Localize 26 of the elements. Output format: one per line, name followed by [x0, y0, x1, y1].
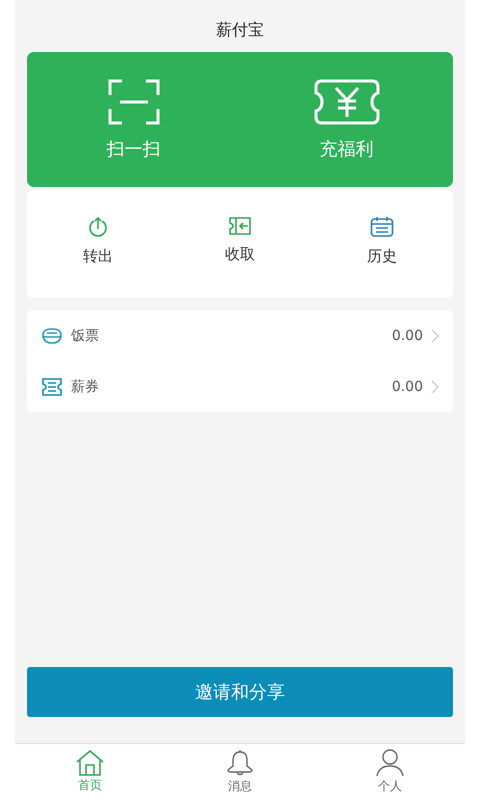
- balance-row[interactable]: 薪券 0.00: [41, 361, 439, 412]
- calendar-icon: [370, 216, 394, 238]
- tab[interactable]: 个人: [350, 749, 430, 795]
- quick-action[interactable]: 收取: [190, 216, 290, 264]
- person-icon: [376, 749, 404, 777]
- balance-value: 0.00: [392, 328, 423, 344]
- upload-icon: [87, 216, 109, 238]
- tab[interactable]: 首页: [50, 750, 130, 794]
- coupon-icon: [41, 376, 63, 396]
- ticket-arrow-icon: [228, 216, 252, 236]
- ticket-icon: [314, 78, 380, 124]
- balance-value: 0.00: [392, 378, 423, 394]
- page-title: 薪付宝: [216, 20, 264, 40]
- tab[interactable]: 消息: [200, 749, 280, 795]
- chevron-icon: [431, 328, 439, 342]
- bell-icon: [226, 749, 254, 777]
- balance-label: 薪券: [71, 378, 100, 396]
- home-icon: [76, 750, 104, 776]
- invite-share-button[interactable]: 邀请和分享: [27, 667, 453, 717]
- scan-icon: [108, 78, 160, 124]
- quick-action[interactable]: 转出: [48, 216, 148, 266]
- bowl-icon: [41, 326, 63, 344]
- balance-label: 饭票: [71, 326, 100, 344]
- quick-action[interactable]: 历史: [332, 216, 432, 266]
- balance-row[interactable]: 饭票 0.00: [41, 310, 439, 361]
- chevron-icon: [431, 380, 439, 394]
